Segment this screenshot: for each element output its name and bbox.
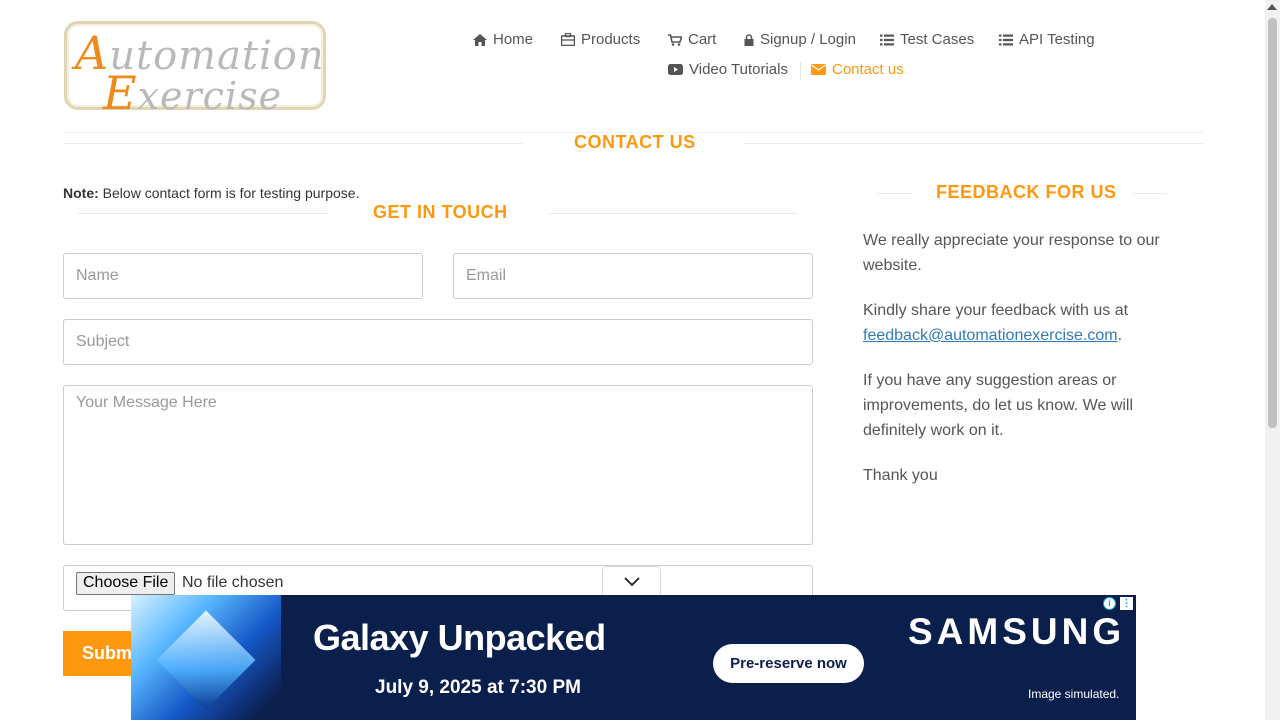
feedback-title: FEEDBACK FOR US [936, 182, 1117, 202]
title-rule-left [63, 143, 523, 144]
form-note: Note: Below contact form is for testing … [63, 185, 359, 201]
email-input[interactable] [453, 253, 813, 299]
ad-collapse-button[interactable] [602, 566, 661, 596]
nav-divider [800, 62, 801, 80]
form-title-rule-left [78, 213, 328, 214]
nav-cart-label: Cart [688, 31, 717, 48]
nav-video-tutorials[interactable]: Video Tutorials [668, 61, 788, 78]
list-icon [999, 34, 1013, 45]
feedback-email-link[interactable]: feedback@automationexercise.com [863, 327, 1118, 344]
ad-preorder-button[interactable]: Pre-reserve now [713, 644, 864, 683]
lock-icon [744, 33, 754, 46]
nav-api-testing[interactable]: API Testing [999, 31, 1095, 48]
scrollbar-thumb[interactable] [1268, 18, 1277, 428]
note-text: Below contact form is for testing purpos… [98, 185, 360, 201]
get-in-touch-title: GET IN TOUCH [373, 202, 508, 222]
youtube-icon [668, 64, 683, 75]
feedback-paragraph-3: If you have any suggestion areas or impr… [863, 372, 1134, 439]
name-input[interactable] [63, 253, 423, 299]
feedback-rule-left [878, 193, 912, 194]
contact-us-title: CONTACT US [574, 132, 696, 152]
nav-products[interactable]: Products [561, 31, 640, 48]
feedback-p2-end: . [1117, 327, 1123, 344]
ad-options-icon[interactable]: ⋮ [1120, 597, 1133, 610]
feedback-p2-text: Kindly share your feedback with us at [863, 302, 1129, 319]
subject-input[interactable] [63, 319, 813, 365]
nav-contact-us[interactable]: Contact us [811, 61, 904, 78]
nav-video-tutorials-label: Video Tutorials [689, 61, 788, 78]
nav-test-cases-label: Test Cases [900, 31, 975, 48]
ad-graphic-shape [156, 610, 256, 710]
title-rule-right [744, 143, 1204, 144]
feedback-rule-right [1133, 193, 1167, 194]
note-label: Note: [63, 185, 99, 201]
message-textarea[interactable] [63, 385, 813, 545]
envelope-icon [811, 64, 826, 75]
ad-brand-logo: SAMSUNG [908, 611, 1126, 652]
feedback-paragraph-2: Kindly share your feedback with us at fee… [863, 298, 1183, 348]
products-icon [561, 33, 575, 46]
samsung-banner-ad[interactable]: Galaxy Unpacked July 9, 2025 at 7:30 PM … [131, 595, 1136, 720]
ad-date: July 9, 2025 at 7:30 PM [375, 677, 581, 698]
nav-test-cases[interactable]: Test Cases [880, 31, 974, 48]
chevron-down-icon [624, 577, 640, 587]
nav-api-testing-label: API Testing [1019, 31, 1095, 48]
ad-disclaimer: Image simulated. [1028, 687, 1120, 701]
ad-info-icon[interactable]: i [1103, 597, 1116, 610]
home-icon [473, 33, 487, 46]
nav-cart[interactable]: Cart [668, 31, 716, 48]
nav-signup-login-label: Signup / Login [760, 31, 856, 48]
nav-home-label: Home [493, 31, 534, 48]
nav-home[interactable]: Home [473, 31, 533, 48]
ad-graphic [131, 595, 281, 720]
scroll-up-arrow-icon[interactable] [1267, 4, 1277, 10]
nav-products-label: Products [581, 31, 641, 48]
nav-signup-login[interactable]: Signup / Login [744, 31, 856, 48]
nav-contact-us-label: Contact us [832, 61, 904, 78]
form-title-rule-right [548, 213, 798, 214]
file-status-text: No file chosen [182, 574, 284, 591]
ad-title: Galaxy Unpacked [313, 617, 606, 658]
feedback-thank-you: Thank you [863, 467, 938, 484]
page-scrollbar[interactable] [1265, 0, 1280, 720]
feedback-paragraph-1: We really appreciate your response to ou… [863, 232, 1160, 274]
cart-icon [668, 33, 682, 46]
main-nav: Home Products Cart Signup / Login Test C… [0, 0, 1280, 100]
list-icon [880, 34, 894, 45]
choose-file-button[interactable]: Choose File [76, 572, 176, 595]
